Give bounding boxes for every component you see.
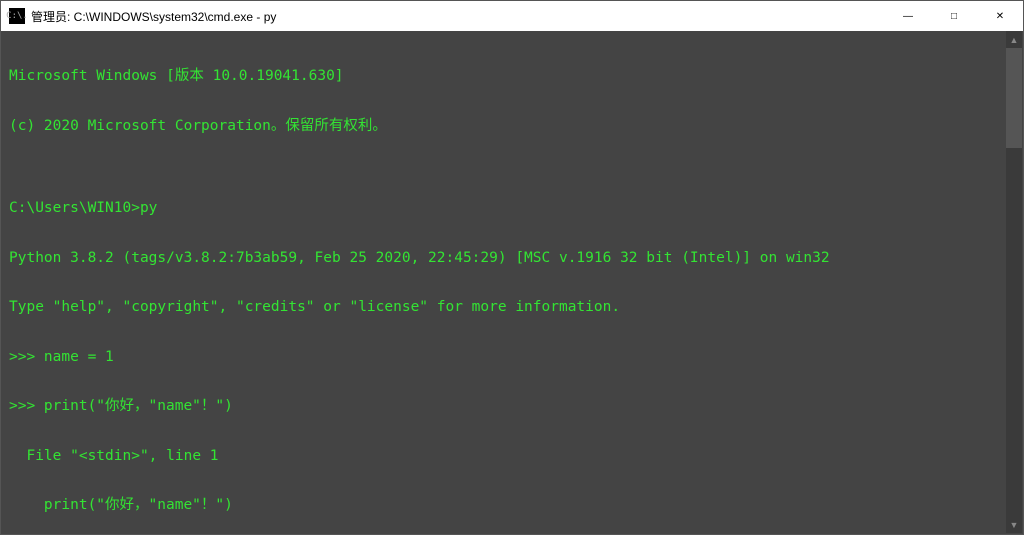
terminal-line: >>> print("你好，"name"！") <box>9 398 1015 415</box>
cmd-window: C:\. 管理员: C:\WINDOWS\system32\cmd.exe - … <box>0 0 1024 535</box>
minimize-button[interactable]: — <box>885 1 931 31</box>
cmd-icon: C:\. <box>9 8 25 24</box>
terminal-line: File "<stdin>", line 1 <box>9 448 1015 465</box>
maximize-button[interactable]: □ <box>931 1 977 31</box>
terminal-line: Microsoft Windows [版本 10.0.19041.630] <box>9 68 1015 85</box>
scroll-down-arrow-icon[interactable]: ▼ <box>1006 516 1022 533</box>
terminal-line: print("你好，"name"！") <box>9 497 1015 514</box>
vertical-scrollbar[interactable]: ▲ ▼ <box>1006 31 1022 533</box>
window-title: 管理员: C:\WINDOWS\system32\cmd.exe - py <box>31 8 885 25</box>
scrollbar-thumb[interactable] <box>1006 48 1022 148</box>
terminal-line: C:\Users\WIN10>py <box>9 200 1015 217</box>
window-controls: — □ ✕ <box>885 1 1023 31</box>
terminal-line: Type "help", "copyright", "credits" or "… <box>9 299 1015 316</box>
titlebar[interactable]: C:\. 管理员: C:\WINDOWS\system32\cmd.exe - … <box>1 1 1023 31</box>
terminal-line: >>> name = 1 <box>9 349 1015 366</box>
close-button[interactable]: ✕ <box>977 1 1023 31</box>
terminal-line: Python 3.8.2 (tags/v3.8.2:7b3ab59, Feb 2… <box>9 250 1015 267</box>
terminal-output[interactable]: Microsoft Windows [版本 10.0.19041.630] (c… <box>1 31 1023 534</box>
terminal-line: (c) 2020 Microsoft Corporation。保留所有权利。 <box>9 118 1015 135</box>
scroll-up-arrow-icon[interactable]: ▲ <box>1006 31 1022 48</box>
